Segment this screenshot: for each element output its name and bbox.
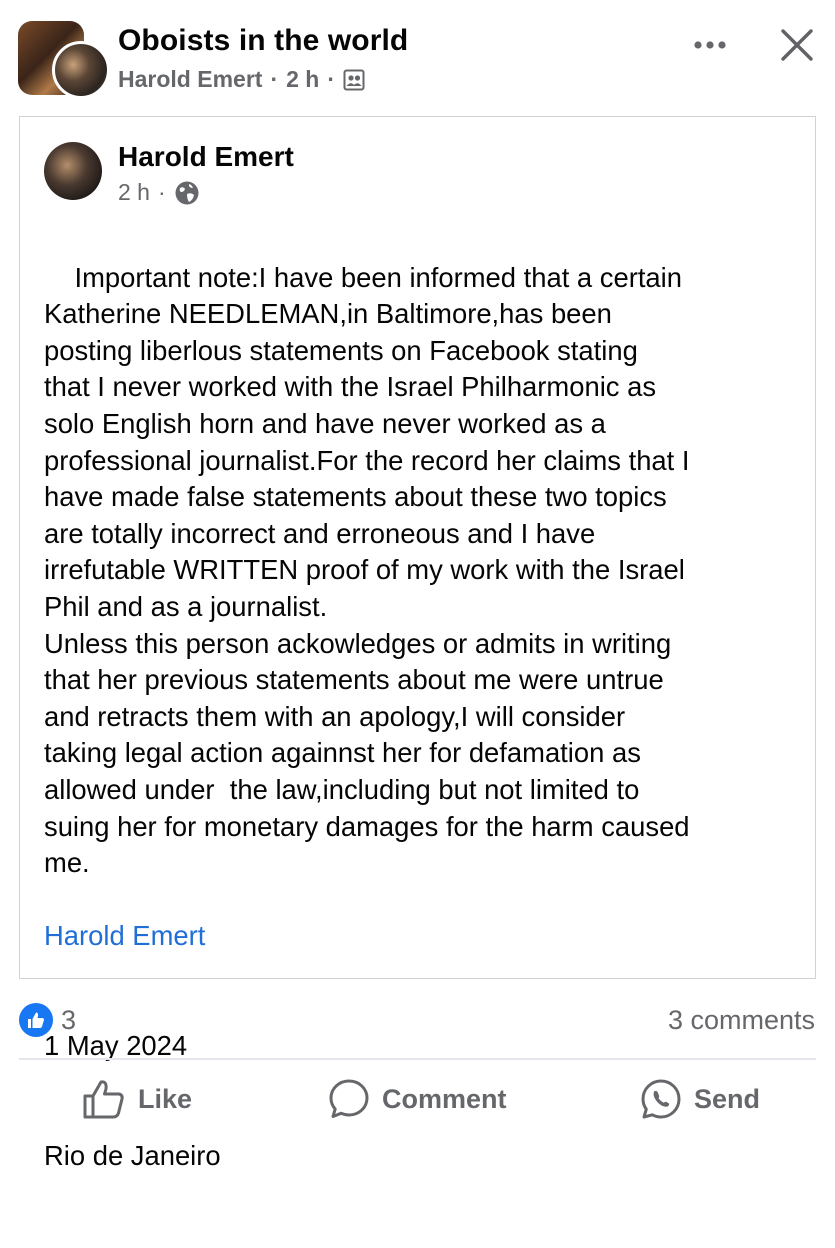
meta-separator: ·: [157, 179, 166, 205]
comment-button[interactable]: Comment: [328, 1078, 507, 1120]
group-name[interactable]: Oboists in the world: [118, 24, 408, 58]
thumbs-up-icon: [83, 1080, 124, 1119]
globe-icon: [174, 180, 200, 206]
post-meta: Harold Emert · 2 h ·: [118, 66, 365, 93]
signature-profile-link[interactable]: Harold Emert: [44, 918, 804, 955]
author-profile-photo: [52, 41, 110, 99]
comment-icon: [329, 1079, 369, 1118]
post-text: Important note:I have been informed that…: [44, 261, 690, 879]
reaction-count: 3: [61, 1004, 77, 1035]
shared-post-card[interactable]: Harold Emert 2 h · Important note:I have…: [19, 116, 816, 1171]
reactions-summary[interactable]: 3: [19, 1003, 76, 1037]
action-bar: Like Comment Send: [0, 1068, 835, 1132]
more-horizontal-icon[interactable]: [690, 30, 730, 60]
post-time[interactable]: 2 h: [286, 66, 319, 93]
meta-separator: ·: [270, 66, 279, 92]
send-label: Send: [694, 1083, 761, 1114]
like-button[interactable]: Like: [82, 1078, 192, 1120]
meta-separator: ·: [327, 66, 336, 92]
like-reaction-icon: [19, 1003, 53, 1037]
shared-post-time[interactable]: 2 h: [118, 179, 150, 206]
divider: [19, 1058, 816, 1060]
members-icon: [343, 69, 365, 91]
shared-author-name[interactable]: Harold Emert: [118, 141, 294, 173]
group-avatar[interactable]: [18, 21, 110, 99]
comment-label: Comment: [382, 1083, 507, 1114]
close-icon[interactable]: [778, 26, 816, 64]
comments-count[interactable]: 3 comments: [668, 1005, 815, 1036]
post-author-name[interactable]: Harold Emert: [118, 66, 262, 93]
post-header: Oboists in the world Harold Emert · 2 h …: [0, 0, 835, 110]
signature-place: Rio de Janeiro: [44, 1139, 221, 1171]
whatsapp-icon: [641, 1079, 681, 1119]
like-label: Like: [138, 1083, 193, 1114]
shared-post-meta: 2 h ·: [118, 179, 200, 206]
send-button[interactable]: Send: [640, 1078, 760, 1120]
author-avatar[interactable]: [44, 142, 102, 200]
